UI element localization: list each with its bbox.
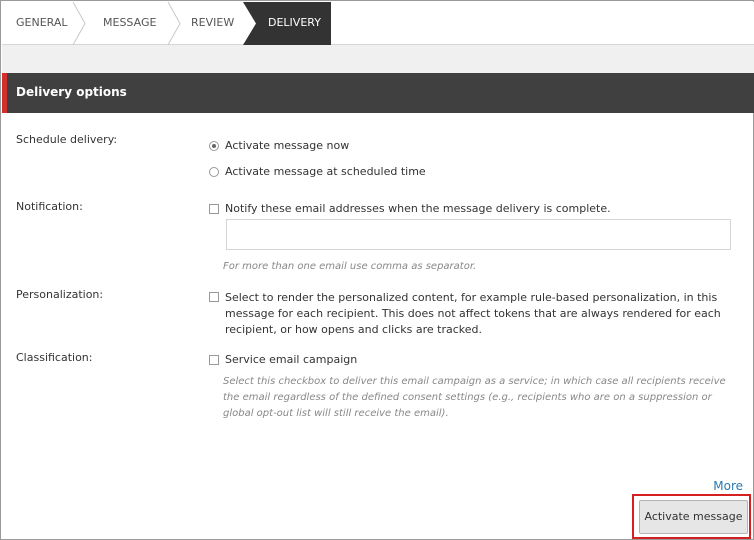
- radio-activate-scheduled-label: Activate message at scheduled time: [225, 165, 426, 178]
- service-campaign-checkbox-row[interactable]: Service email campaign: [209, 353, 357, 366]
- personalization-checkbox-row[interactable]: Select to render the personalized conten…: [209, 290, 745, 338]
- notify-checkbox[interactable]: [209, 204, 219, 214]
- more-link[interactable]: More: [713, 479, 743, 493]
- service-campaign-checkbox[interactable]: [209, 355, 219, 365]
- step-general[interactable]: GENERAL: [16, 2, 68, 44]
- personalization-checkbox-label: Select to render the personalized conten…: [225, 291, 721, 336]
- step-message[interactable]: MESSAGE: [103, 2, 156, 44]
- radio-unselected-icon[interactable]: [209, 167, 219, 177]
- personalization-checkbox[interactable]: [209, 292, 219, 302]
- step-delivery[interactable]: DELIVERY: [268, 2, 321, 44]
- radio-activate-now-label: Activate message now: [225, 139, 350, 152]
- step-review[interactable]: REVIEW: [191, 2, 234, 44]
- section-header: Delivery options: [2, 73, 754, 113]
- notification-label: Notification:: [16, 200, 83, 213]
- radio-activate-scheduled[interactable]: Activate message at scheduled time: [209, 165, 426, 178]
- classification-hint: Select this checkbox to deliver this ema…: [223, 376, 726, 419]
- notification-email-input[interactable]: [226, 219, 731, 250]
- chevron-separator-icon: [72, 2, 86, 45]
- wizard-steps: GENERAL MESSAGE REVIEW DELIVERY: [2, 2, 754, 45]
- dialog-frame: GENERAL MESSAGE REVIEW DELIVERY Delivery…: [0, 0, 754, 540]
- radio-selected-icon[interactable]: [209, 141, 219, 151]
- notification-hint: For more than one email use comma as sep…: [223, 261, 477, 272]
- chevron-separator-icon: [167, 2, 181, 45]
- section-title: Delivery options: [16, 85, 127, 99]
- service-campaign-label: Service email campaign: [225, 353, 358, 366]
- activate-message-button[interactable]: Activate message: [639, 500, 748, 534]
- personalization-label: Personalization:: [16, 288, 104, 301]
- notify-checkbox-label: Notify these email addresses when the me…: [225, 202, 611, 215]
- schedule-delivery-label: Schedule delivery:: [16, 133, 118, 146]
- radio-activate-now[interactable]: Activate message now: [209, 139, 349, 152]
- classification-label: Classification:: [16, 351, 93, 364]
- notify-checkbox-row[interactable]: Notify these email addresses when the me…: [209, 202, 611, 215]
- toolbar-band: [2, 45, 754, 73]
